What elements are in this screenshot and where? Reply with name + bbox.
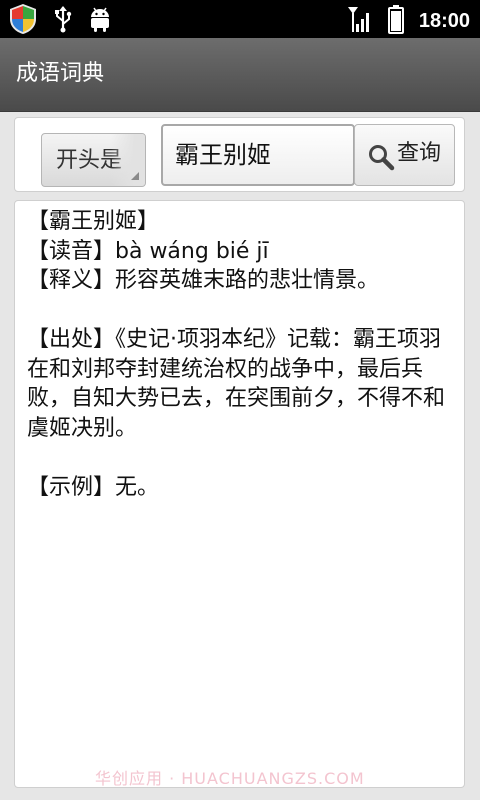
- query-button[interactable]: 查询: [354, 124, 455, 186]
- idiom-search-input[interactable]: 霸王别姬: [161, 124, 355, 186]
- usb-icon: [52, 5, 74, 37]
- search-panel: 开头是 霸王别姬 查询: [14, 117, 465, 192]
- spinner-arrow-icon: [131, 172, 139, 180]
- idiom-source: 【出处】《史记·项羽本纪》记载：霸王项羽在和刘邦夺封建统治权的战争中，最后兵败，…: [27, 327, 446, 441]
- system-icons: 18:00: [347, 4, 470, 38]
- idiom-example: 【示例】无。: [27, 474, 160, 500]
- search-icon: [367, 143, 395, 175]
- query-button-label: 查询: [397, 141, 442, 166]
- idiom-meaning: 【释义】形容英雄末路的悲壮情景。: [27, 268, 380, 293]
- android-icon: [88, 5, 112, 37]
- result-panel[interactable]: 【霸王别姬】 【读音】bà wáng bié jī 【释义】形容英雄末路的悲壮情…: [14, 200, 465, 788]
- signal-icon: [347, 5, 373, 37]
- clock: 18:00: [418, 10, 470, 32]
- title-bar: 成语词典: [0, 38, 480, 112]
- idiom-title: 【霸王别姬】: [27, 209, 160, 234]
- search-mode-spinner[interactable]: 开头是: [41, 133, 146, 187]
- spinner-fade: [111, 134, 145, 186]
- watermark: 华创应用 · HUACHUANGZS.COM: [95, 769, 365, 788]
- notification-icons: [8, 3, 112, 39]
- status-bar: 18:00: [0, 0, 480, 38]
- app-title: 成语词典: [16, 61, 105, 86]
- shield-icon: [8, 3, 38, 39]
- idiom-pronunciation: 【读音】bà wáng bié jī: [27, 238, 269, 264]
- battery-icon: [387, 4, 405, 38]
